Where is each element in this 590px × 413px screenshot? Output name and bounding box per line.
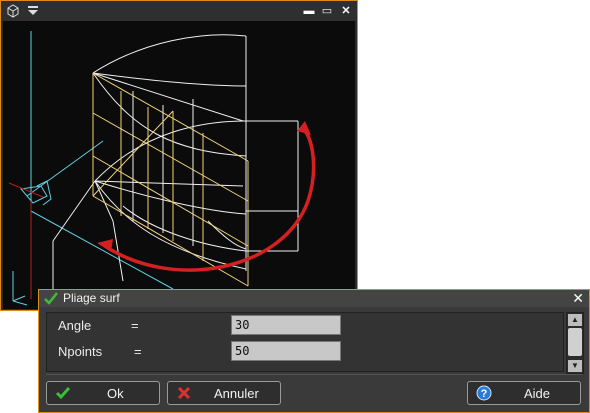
minimize-button[interactable]: ▬ <box>301 4 317 18</box>
npoints-input[interactable] <box>231 341 341 361</box>
3d-canvas[interactable] <box>3 21 355 309</box>
check-icon <box>55 385 71 401</box>
scroll-down-arrow-icon[interactable]: ▼ <box>568 360 582 372</box>
scroll-thumb[interactable] <box>568 328 582 356</box>
param-row-angle: Angle = <box>47 314 563 338</box>
ok-button[interactable]: Ok <box>46 381 160 405</box>
param-row-npoints: Npoints = <box>47 340 563 364</box>
param-label: Npoints <box>58 344 103 359</box>
param-equals: = <box>131 318 139 333</box>
cancel-label: Annuler <box>214 386 259 401</box>
maximize-button[interactable]: ▭ <box>319 4 335 18</box>
wireframe-drawing <box>8 31 316 306</box>
dropdown-arrow-icon[interactable] <box>25 3 41 19</box>
help-button[interactable]: ? Aide <box>467 381 581 405</box>
param-label: Angle <box>58 318 92 333</box>
viewport-window: ▬ ▭ ✕ <box>0 0 358 311</box>
cancel-button[interactable]: Annuler <box>167 381 281 405</box>
help-icon: ? <box>476 385 492 401</box>
parameters-panel: Angle = Npoints = <box>46 312 564 372</box>
scroll-up-arrow-icon[interactable]: ▲ <box>568 314 582 326</box>
params-scrollbar[interactable]: ▲ ▼ <box>566 312 584 374</box>
param-equals: = <box>134 344 142 359</box>
surface-wireframe <box>52 34 299 301</box>
close-button[interactable]: ✕ <box>338 4 354 18</box>
dialog-titlebar[interactable]: Pliage surf ✕ <box>39 290 589 307</box>
dialog-close-button[interactable]: ✕ <box>572 290 584 307</box>
dialog-title: Pliage surf <box>63 291 120 305</box>
ok-label: Ok <box>107 386 124 401</box>
cube-icon[interactable] <box>5 3 21 19</box>
viewport-titlebar: ▬ ▭ ✕ <box>1 1 357 21</box>
fold-rotation-arrow <box>97 121 316 272</box>
help-label: Aide <box>524 386 551 401</box>
app-check-icon <box>44 292 58 305</box>
angle-input[interactable] <box>231 315 341 335</box>
svg-text:?: ? <box>481 388 488 400</box>
divider <box>46 374 582 375</box>
cancel-x-icon <box>176 385 192 401</box>
pliage-surf-dialog: Pliage surf ✕ Angle = Npoints = ▲ ▼ Ok A… <box>38 289 590 413</box>
